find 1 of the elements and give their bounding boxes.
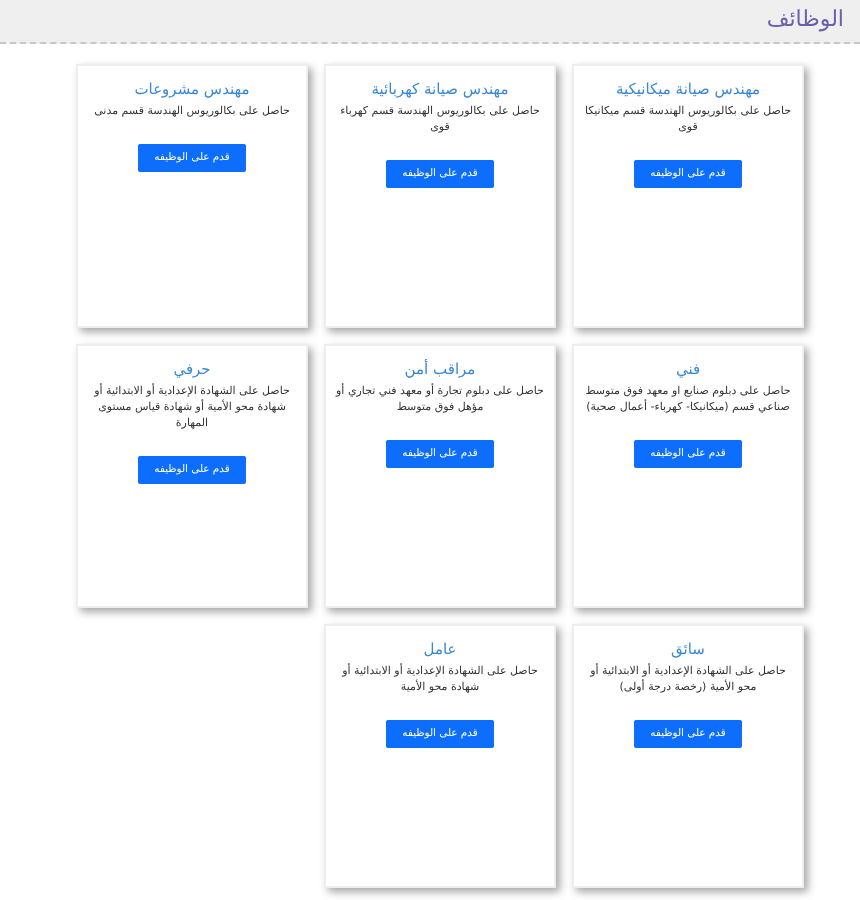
page-title: الوظائف bbox=[766, 4, 844, 37]
